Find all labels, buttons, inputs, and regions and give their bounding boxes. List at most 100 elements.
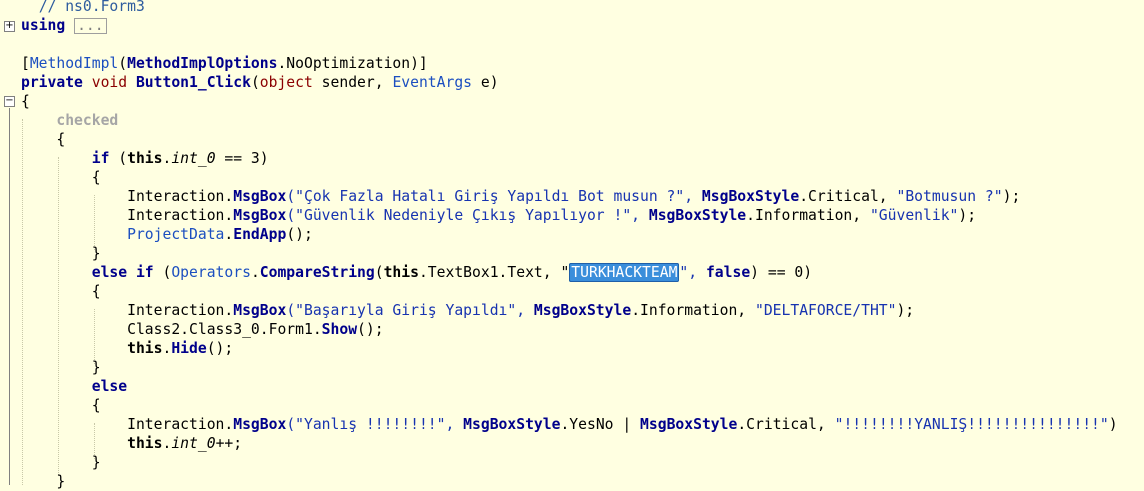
type-name: MethodImpl <box>29 55 119 72</box>
code-text: ( <box>153 264 172 281</box>
class-name: Interaction <box>127 416 225 433</box>
keyword: this <box>127 435 163 452</box>
brace: } <box>91 245 101 262</box>
string-literal: "Botmusun ?" <box>896 188 1003 205</box>
dot: . <box>224 207 234 224</box>
paren: ( <box>374 264 384 281</box>
fold-line <box>9 108 10 485</box>
type-name: MsgBoxStyle <box>648 207 747 224</box>
string-literal: "Güvenlik" <box>869 207 959 224</box>
collapse-method-toggle[interactable]: − <box>4 96 15 107</box>
selected-text[interactable]: TURKHACKTEAM <box>569 263 680 282</box>
brace: } <box>91 454 101 471</box>
code-line: Interaction.MsgBox("Çok Fazla Hatalı Gir… <box>21 187 1020 206</box>
code-line: } <box>21 244 101 263</box>
method-name: MsgBox <box>233 416 287 433</box>
code-line: this.Hide(); <box>21 339 233 358</box>
field-name: int_0 <box>171 150 216 167</box>
code-editor[interactable]: + − // ns0.Form3 using ... [MethodImpl(M… <box>0 0 1144 490</box>
string-literal: ("Yanlış !!!!!!!!", <box>286 416 464 433</box>
param: e) <box>472 74 499 91</box>
method-name: Button1_Click <box>135 74 251 91</box>
keyword: false <box>705 264 751 281</box>
code-line: checked <box>21 111 118 130</box>
type-name: MsgBoxStyle <box>533 302 632 319</box>
method-name: CompareString <box>259 264 375 281</box>
code-text: ); <box>896 302 915 319</box>
dot: . <box>224 302 234 319</box>
code-line: } <box>21 358 101 377</box>
method-name: MsgBox <box>233 188 287 205</box>
class-name: Interaction <box>127 188 225 205</box>
member-name: .Information, <box>631 302 755 319</box>
keyword: this <box>127 150 163 167</box>
member-name: .Information, <box>746 207 870 224</box>
class-name: Interaction <box>127 302 225 319</box>
code-text: ( <box>109 150 128 167</box>
param: sender, <box>312 74 393 91</box>
code-line: [MethodImpl(MethodImplOptions.NoOptimiza… <box>21 54 428 73</box>
type-name: MsgBoxStyle <box>701 188 800 205</box>
keyword: private <box>21 74 83 91</box>
code-text: ) == 0) <box>750 264 813 281</box>
code-text: == 3) <box>215 150 269 167</box>
code-text: ); <box>1002 188 1021 205</box>
code-line: } <box>21 472 65 491</box>
brace: { <box>91 169 101 186</box>
code-line: private void Button1_Click(object sender… <box>21 73 499 92</box>
member-name: .Critical, <box>799 188 897 205</box>
code-line: { <box>21 282 101 301</box>
type-name: MsgBoxStyle <box>463 416 561 433</box>
checked-keyword: checked <box>56 112 119 129</box>
keyword: if <box>91 150 110 167</box>
string-literal: ("Çok Fazla Hatalı Giriş Yapıldı Bot mus… <box>286 188 702 205</box>
code-line: { <box>21 92 30 111</box>
brace: { <box>91 397 101 414</box>
string-literal: "!!!!!!!!YANLIŞ!!!!!!!!!!!!!!!" <box>834 416 1109 433</box>
dot: . <box>250 264 260 281</box>
method-name: Hide <box>171 340 207 357</box>
expand-using-toggle[interactable]: + <box>4 21 15 32</box>
collapsed-using-box[interactable]: ... <box>74 18 107 34</box>
member-name: .Critical, <box>737 416 835 433</box>
comment-text: // ns0.Form3 <box>38 0 145 15</box>
code-line: ProjectData.EndApp(); <box>21 225 313 244</box>
string-literal: ", <box>679 264 706 281</box>
class-name: Interaction <box>127 207 225 224</box>
type-name: EventArgs <box>392 74 473 91</box>
dot: . <box>224 188 234 205</box>
field-name: int_0 <box>171 435 216 452</box>
string-literal: ("Güvenlik Nedeniyle Çıkış Yapılıyor !", <box>286 207 649 224</box>
class-name: Operators <box>171 264 251 281</box>
code-text: .TextBox1.Text, " <box>418 264 570 281</box>
brace: { <box>91 283 101 300</box>
brace: } <box>91 359 101 376</box>
code-line: { <box>21 168 101 187</box>
method-name: EndApp <box>233 226 287 243</box>
code-text: ); <box>958 207 977 224</box>
code-line: Interaction.MsgBox("Yanlış !!!!!!!!", Ms… <box>21 415 1117 434</box>
code-text: (); <box>357 321 384 338</box>
code-line: Interaction.MsgBox("Başarıyla Giriş Yapı… <box>21 301 914 320</box>
class-name: ProjectData <box>127 226 225 243</box>
code-text: ++; <box>215 435 243 452</box>
method-name: Show <box>321 321 358 338</box>
code-line: using ... <box>21 16 107 35</box>
dot: . <box>224 226 234 243</box>
paren: ( <box>118 55 128 72</box>
code-line: Interaction.MsgBox("Güvenlik Nedeniyle Ç… <box>21 206 976 225</box>
class-name: Class2.Class3_0.Form1. <box>127 321 322 338</box>
keyword: object <box>259 74 313 91</box>
brace: } <box>56 473 66 490</box>
code-line: this.int_0++; <box>21 434 242 453</box>
keyword: this <box>383 264 419 281</box>
code-line: else <box>21 377 127 396</box>
dot: . <box>224 416 234 433</box>
keyword: else <box>91 378 128 395</box>
code-text: (); <box>206 340 234 357</box>
type-name: MsgBoxStyle <box>640 416 738 433</box>
method-name: MsgBox <box>233 207 287 224</box>
type-name: MethodImplOptions <box>127 55 278 72</box>
code-text: (); <box>286 226 313 243</box>
code-line: { <box>21 130 65 149</box>
